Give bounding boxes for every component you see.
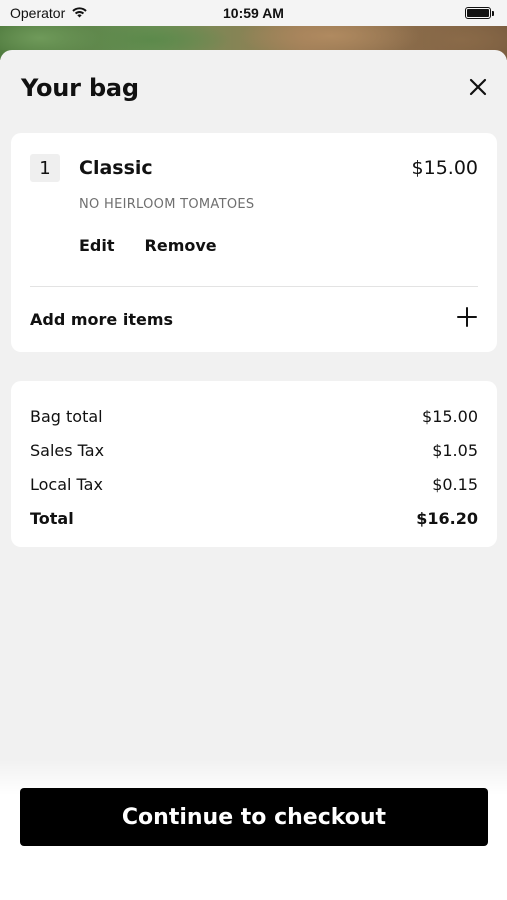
sales-tax-label: Sales Tax xyxy=(30,440,105,460)
bag-items-card: 1 Classic $15.00 NO HEIRLOOM TOMATOES Ed… xyxy=(11,133,497,352)
totals-card: Bag total $15.00 Sales Tax $1.05 Local T… xyxy=(11,381,497,547)
bag-item-row: 1 Classic $15.00 xyxy=(30,153,478,183)
sheet-header: Your bag xyxy=(21,68,493,108)
close-button[interactable] xyxy=(463,73,493,103)
page-title: Your bag xyxy=(21,74,139,102)
grand-total-value: $16.20 xyxy=(416,508,478,528)
close-icon xyxy=(469,78,487,99)
edit-button[interactable]: Edit xyxy=(79,236,115,255)
plus-icon xyxy=(456,306,478,332)
local-tax-value: $0.15 xyxy=(432,474,478,494)
wifi-icon xyxy=(71,5,88,21)
screen: Operator 10:59 AM Your bag 1 Classic $15… xyxy=(0,0,507,900)
battery-level xyxy=(467,9,489,17)
item-actions: Edit Remove xyxy=(79,236,217,255)
continue-to-checkout-button[interactable]: Continue to checkout xyxy=(20,788,488,846)
status-bar: Operator 10:59 AM xyxy=(0,0,507,26)
remove-button[interactable]: Remove xyxy=(145,236,217,255)
add-more-items-button[interactable]: Add more items xyxy=(30,297,478,341)
grand-total-row: Total $16.20 xyxy=(30,501,478,535)
bag-total-value: $15.00 xyxy=(422,406,478,426)
bag-total-row: Bag total $15.00 xyxy=(30,399,478,433)
divider xyxy=(30,286,478,287)
sales-tax-row: Sales Tax $1.05 xyxy=(30,433,478,467)
grand-total-label: Total xyxy=(30,508,74,528)
item-name: Classic xyxy=(79,157,153,179)
add-more-items-label: Add more items xyxy=(30,309,174,329)
bag-total-label: Bag total xyxy=(30,406,103,426)
totals-list: Bag total $15.00 Sales Tax $1.05 Local T… xyxy=(30,399,478,535)
local-tax-label: Local Tax xyxy=(30,474,103,494)
carrier-label: Operator xyxy=(10,5,66,21)
quantity-badge: 1 xyxy=(30,154,60,182)
item-price: $15.00 xyxy=(411,157,478,179)
local-tax-row: Local Tax $0.15 xyxy=(30,467,478,501)
item-modifier: NO HEIRLOOM TOMATOES xyxy=(79,197,255,212)
status-left: Operator xyxy=(10,5,88,21)
battery-icon xyxy=(465,7,494,19)
sales-tax-value: $1.05 xyxy=(432,440,478,460)
